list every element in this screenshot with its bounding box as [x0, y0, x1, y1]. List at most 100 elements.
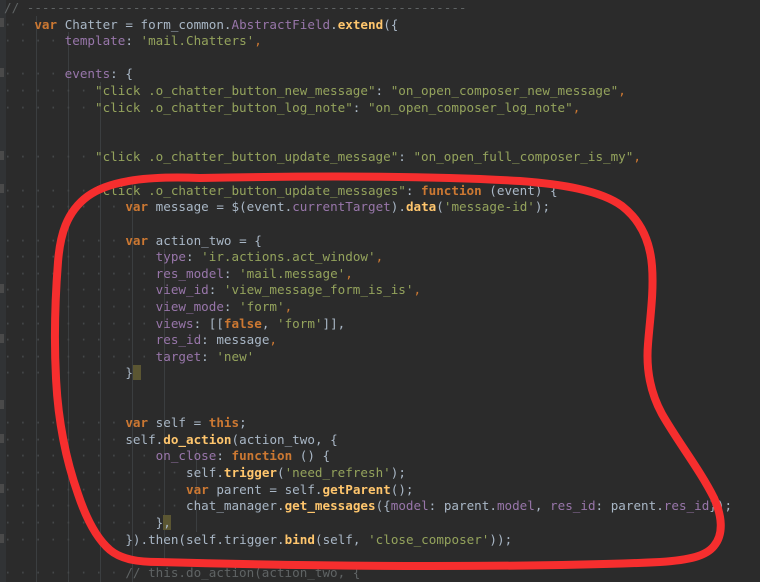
code-line[interactable]: · · · · · · "click .o_chatter_button_log… — [0, 100, 760, 117]
whitespace-dots: · · · · · · · · — [4, 232, 126, 248]
code-token: res_id — [155, 332, 202, 348]
code-token: . — [216, 465, 224, 481]
code-token: function — [231, 448, 293, 464]
code-line[interactable]: · · · · · · · · var message = $(event.cu… — [0, 199, 760, 216]
code-token: ); — [534, 199, 551, 215]
code-token: , — [572, 99, 581, 115]
code-token: "on_open_full_composer_is_my" — [413, 149, 634, 165]
code-line[interactable]: · · · · · · · · self.do_action(action_tw… — [0, 432, 760, 449]
code-token: = — [186, 415, 209, 431]
code-token: = — [117, 16, 141, 32]
whitespace-dots: · · · · · · · · · · · · — [4, 465, 186, 481]
code-line[interactable]: · · · · · · · · } — [0, 365, 760, 382]
code-line[interactable]: · · · · · · · · // this.do_action(action… — [0, 565, 760, 582]
code-line[interactable] — [0, 382, 760, 399]
code-token: , — [163, 514, 171, 530]
code-text-area[interactable]: // -------------------------------------… — [0, 0, 760, 582]
code-line[interactable]: · · · · · · · · · · on_close: function (… — [0, 448, 760, 465]
code-token: , — [352, 531, 369, 547]
code-token: ( — [231, 431, 240, 447]
code-token: do_action — [163, 431, 232, 447]
code-line[interactable]: · · var Chatter = form_common.AbstractFi… — [0, 17, 760, 34]
code-line[interactable] — [0, 133, 760, 150]
code-token: parent — [443, 498, 490, 514]
whitespace-dots: · · · · — [4, 33, 65, 49]
code-line[interactable]: · · · · · · · · · · views: [[false, 'for… — [0, 316, 760, 333]
code-token: ( — [178, 531, 187, 547]
code-line[interactable]: · · · · · · · · · · target: 'new' — [0, 349, 760, 366]
code-token: "on_open_composer_new_message" — [390, 83, 619, 99]
code-token: , — [375, 249, 384, 265]
code-line[interactable]: · · · · · · · · · · view_mode: 'form', — [0, 299, 760, 316]
code-token: on_close — [155, 448, 217, 464]
code-token — [132, 365, 141, 381]
code-line[interactable]: · · · · · · · · · · type: 'ir.actions.ac… — [0, 249, 760, 266]
code-token: get_messages — [284, 498, 376, 514]
code-token: ); — [390, 465, 406, 481]
code-token: (); — [390, 481, 414, 497]
code-line[interactable]: // -------------------------------------… — [0, 0, 760, 17]
code-token: res_id — [663, 498, 710, 514]
code-line[interactable]: · · · · · · · · }).then(self.trigger.bin… — [0, 532, 760, 549]
code-line[interactable]: · · · · · · · · var self = this; — [0, 415, 760, 432]
code-token: ( — [436, 199, 444, 215]
code-line[interactable] — [0, 166, 760, 183]
code-token: AbstractField — [231, 16, 331, 32]
code-line[interactable]: · · · · · · · · · · · · var parent = sel… — [0, 482, 760, 499]
code-line[interactable]: · · · · · · · · · · view_id: 'view_messa… — [0, 282, 760, 299]
code-token: var — [125, 415, 149, 431]
code-token: : — [405, 182, 422, 198]
code-line[interactable]: · · · · template: 'mail.Chatters', — [0, 33, 760, 50]
code-line[interactable]: · · · · · · · · var action_two = { — [0, 233, 760, 250]
code-line[interactable] — [0, 50, 760, 67]
code-token: , — [261, 315, 278, 331]
whitespace-dots: · · · · · · · · · · — [4, 348, 156, 364]
whitespace-dots: · · · · · · — [4, 99, 95, 115]
code-token: . — [489, 498, 497, 514]
code-token: "click .o_chatter_button_update_messages… — [95, 182, 406, 198]
whitespace-dots: · · · · · · · · · · — [4, 298, 156, 314]
code-line[interactable]: · · · · · · · · · · res_id: message, — [0, 332, 760, 349]
code-line[interactable] — [0, 399, 760, 416]
code-line[interactable]: · · · · · · · · · · · · self.trigger('ne… — [0, 465, 760, 482]
code-token: , — [345, 265, 353, 281]
code-line[interactable]: · · · · · · · · · · }, — [0, 514, 760, 532]
code-token: , — [284, 298, 293, 314]
code-token: Chatter — [64, 16, 118, 32]
code-token: . — [314, 481, 323, 497]
code-line[interactable]: · · · · · · · · · · res_model: 'mail.mes… — [0, 266, 760, 283]
code-line[interactable] — [0, 216, 760, 233]
code-token: trigger — [223, 465, 277, 481]
code-token: 'mail.message' — [239, 265, 346, 281]
code-token: , — [633, 149, 641, 165]
code-token: () { — [292, 448, 331, 464]
code-token: self — [284, 481, 315, 497]
code-token: this — [208, 415, 240, 431]
code-token: $( — [231, 199, 247, 215]
whitespace-dots: · · · · · · · · · · — [4, 315, 156, 331]
code-token: : — [595, 498, 611, 514]
code-token: events — [64, 66, 111, 82]
code-line[interactable]: · · · · · · · · · · · · chat_manager.get… — [0, 498, 760, 515]
code-line[interactable]: · · · · · · "click .o_chatter_button_upd… — [0, 183, 760, 200]
whitespace-dots: · · · · · · · · — [4, 365, 126, 381]
code-line[interactable]: · · · · · · "click .o_chatter_button_new… — [0, 83, 760, 100]
code-token: self — [155, 415, 187, 431]
whitespace-dots: · · · · — [4, 66, 65, 82]
code-token: then — [148, 531, 179, 547]
code-token: . — [223, 16, 232, 32]
code-token: ( — [481, 182, 497, 198]
code-token: , — [618, 83, 626, 99]
code-line[interactable] — [0, 548, 760, 565]
code-token: chat_manager — [185, 498, 277, 514]
whitespace-dots: · · · · · · · · · · — [4, 514, 156, 530]
code-line[interactable] — [0, 116, 760, 133]
code-token: ({ — [375, 498, 391, 514]
code-line[interactable]: · · · · events: { — [0, 66, 760, 83]
code-line[interactable]: · · · · · · "click .o_chatter_button_upd… — [0, 149, 760, 166]
code-token: : — [125, 33, 141, 49]
code-token: self — [322, 531, 353, 547]
